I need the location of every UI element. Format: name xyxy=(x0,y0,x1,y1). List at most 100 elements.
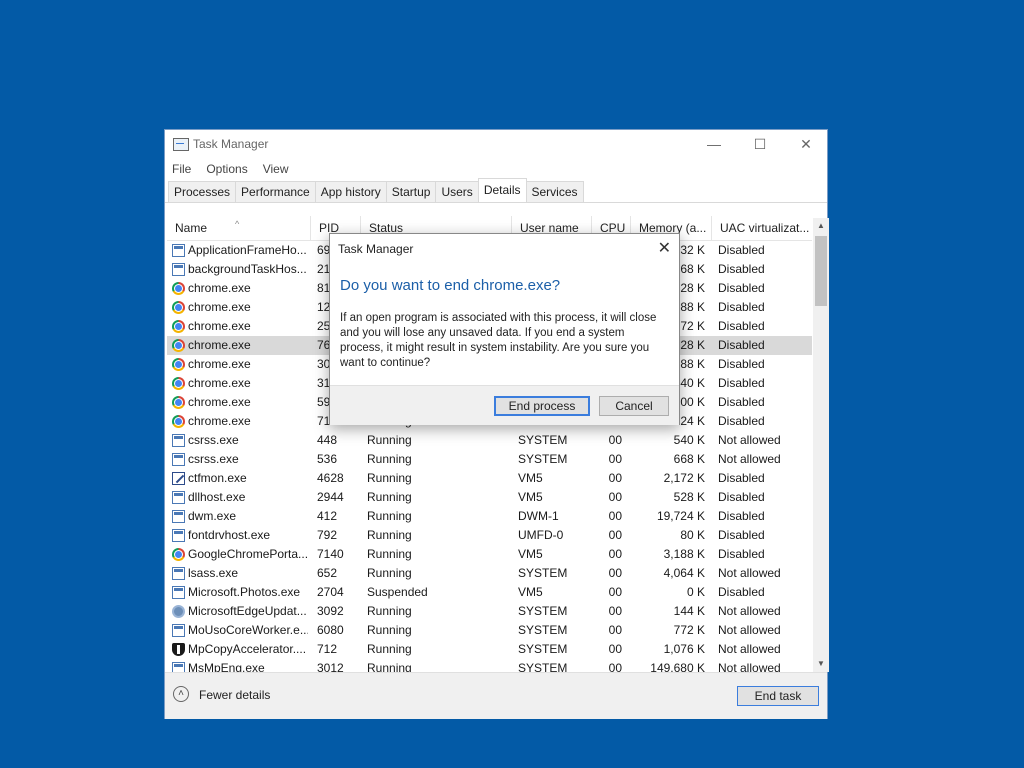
scroll-thumb[interactable] xyxy=(815,236,827,306)
process-cpu: 00 xyxy=(608,509,622,523)
dialog-close-icon[interactable]: ✕ xyxy=(658,238,671,258)
menu-file[interactable]: File xyxy=(172,162,191,176)
vertical-scrollbar[interactable]: ▲ ▼ xyxy=(813,218,829,672)
process-name: MoUsoCoreWorker.e... xyxy=(188,623,308,637)
chrome-icon xyxy=(172,301,185,314)
dialog-title: Task Manager xyxy=(338,242,414,256)
process-cpu: 00 xyxy=(608,547,622,561)
process-status: Running xyxy=(367,452,412,466)
tab-app-history[interactable]: App history xyxy=(314,181,387,202)
process-user: VM5 xyxy=(518,471,543,485)
close-button[interactable]: ✕ xyxy=(783,130,829,158)
table-row[interactable]: GoogleChromePorta... 7140 Running VM5 00 3,18… xyxy=(167,545,812,564)
tab-performance[interactable]: Performance xyxy=(235,181,316,202)
app-window-icon xyxy=(172,491,185,504)
task-manager-icon xyxy=(173,138,189,151)
table-row[interactable]: dllhost.exe 2944 Running VM5 00 528 K Disabled xyxy=(167,488,812,507)
process-name: ctfmon.exe xyxy=(188,471,247,485)
end-process-dialog: Task Manager ✕ Do you want to end chrome… xyxy=(329,233,680,425)
title-bar: Task Manager — ☐ ✕ xyxy=(165,130,827,158)
table-row[interactable]: MsMpEng.exe 3012 Running SYSTEM 00 149,680 K N… xyxy=(167,659,812,672)
dialog-heading: Do you want to end chrome.exe? xyxy=(340,277,561,294)
process-uac: Disabled xyxy=(718,395,765,409)
process-name: dwm.exe xyxy=(188,509,237,523)
end-task-button[interactable]: End task xyxy=(737,686,819,706)
table-row[interactable]: csrss.exe 448 Running SYSTEM 00 540 K Not allo… xyxy=(167,431,812,450)
process-uac: Not allowed xyxy=(718,604,781,618)
process-user: SYSTEM xyxy=(518,452,568,466)
process-cpu: 00 xyxy=(608,623,622,637)
column-header-uac-virtualization[interactable]: UAC virtualizat... xyxy=(712,216,812,240)
column-header-name[interactable]: Name ^ xyxy=(167,216,311,240)
process-status: Running xyxy=(367,471,412,485)
app-window-icon xyxy=(172,510,185,523)
maximize-button[interactable]: ☐ xyxy=(737,130,783,158)
footer-bar: ˄ Fewer details End task xyxy=(165,672,827,719)
scroll-down-icon[interactable]: ▼ xyxy=(813,656,829,672)
process-user: SYSTEM xyxy=(518,566,568,580)
process-status: Running xyxy=(367,547,412,561)
process-name: MsMpEng.exe xyxy=(188,661,265,672)
process-status: Running xyxy=(367,566,412,580)
process-user: UMFD-0 xyxy=(518,528,564,542)
chrome-icon xyxy=(172,396,185,409)
process-memory: 144 K xyxy=(673,604,705,618)
process-cpu: 00 xyxy=(608,566,622,580)
process-uac: Disabled xyxy=(718,357,765,371)
process-cpu: 00 xyxy=(608,661,622,672)
cancel-button[interactable]: Cancel xyxy=(599,396,669,416)
chrome-icon xyxy=(172,358,185,371)
tab-services[interactable]: Services xyxy=(525,181,584,202)
tab-details[interactable]: Details xyxy=(477,178,527,201)
table-row[interactable]: MicrosoftEdgeUpdat... 3092 Running SYSTEM 00… xyxy=(167,602,812,621)
process-user: SYSTEM xyxy=(518,623,568,637)
process-memory: 80 K xyxy=(680,528,705,542)
process-name: lsass.exe xyxy=(188,566,239,580)
process-memory: 772 K xyxy=(673,623,705,637)
process-memory: 3,188 K xyxy=(663,547,705,561)
table-row[interactable]: lsass.exe 652 Running SYSTEM 00 4,064 K Not al… xyxy=(167,564,812,583)
process-name: chrome.exe xyxy=(188,300,251,314)
tab-startup[interactable]: Startup xyxy=(385,181,437,202)
table-row[interactable]: ctfmon.exe 4628 Running VM5 00 2,172 K Disable… xyxy=(167,469,812,488)
process-memory: 1,076 K xyxy=(663,642,705,656)
process-status: Running xyxy=(367,604,412,618)
menu-view[interactable]: View xyxy=(263,162,289,176)
table-row[interactable]: MoUsoCoreWorker.e... 6080 Running SYSTEM 00 7… xyxy=(167,621,812,640)
process-cpu: 00 xyxy=(608,471,622,485)
process-pid: 6080 xyxy=(317,623,344,637)
fewer-details-link[interactable]: Fewer details xyxy=(199,688,270,702)
process-name: Microsoft.Photos.exe xyxy=(188,585,301,599)
table-row[interactable]: fontdrvhost.exe 792 Running UMFD-0 00 80 K Dis… xyxy=(167,526,812,545)
app-window-icon xyxy=(172,624,185,637)
app-window-icon xyxy=(172,263,185,276)
table-row[interactable]: MpCopyAccelerator.... 712 Running SYSTEM 00 1… xyxy=(167,640,812,659)
minimize-button[interactable]: — xyxy=(691,130,737,158)
table-row[interactable]: dwm.exe 412 Running DWM-1 00 19,724 K Disabled xyxy=(167,507,812,526)
process-status: Running xyxy=(367,661,412,672)
chrome-icon xyxy=(172,282,185,295)
process-uac: Disabled xyxy=(718,338,765,352)
process-status: Suspended xyxy=(367,585,428,599)
process-name: dllhost.exe xyxy=(188,490,246,504)
chrome-icon xyxy=(172,377,185,390)
process-uac: Disabled xyxy=(718,376,765,390)
end-process-button[interactable]: End process xyxy=(494,396,590,416)
tab-processes[interactable]: Processes xyxy=(168,181,237,202)
table-row[interactable]: csrss.exe 536 Running SYSTEM 00 668 K Not allo… xyxy=(167,450,812,469)
process-name: MpCopyAccelerator.... xyxy=(188,642,307,656)
process-pid: 3012 xyxy=(317,661,344,672)
chevron-up-icon[interactable]: ˄ xyxy=(173,686,189,702)
process-cpu: 00 xyxy=(608,433,622,447)
process-uac: Disabled xyxy=(718,281,765,295)
process-uac: Disabled xyxy=(718,414,765,428)
menu-options[interactable]: Options xyxy=(206,162,247,176)
tab-users[interactable]: Users xyxy=(435,181,479,202)
process-pid: 7140 xyxy=(317,547,344,561)
chrome-icon xyxy=(172,415,185,428)
process-name: backgroundTaskHos... xyxy=(188,262,307,276)
scroll-up-icon[interactable]: ▲ xyxy=(813,218,829,234)
process-pid: 652 xyxy=(317,566,338,580)
chrome-icon xyxy=(172,320,185,333)
table-row[interactable]: Microsoft.Photos.exe 2704 Suspended VM5 00 0 … xyxy=(167,583,812,602)
